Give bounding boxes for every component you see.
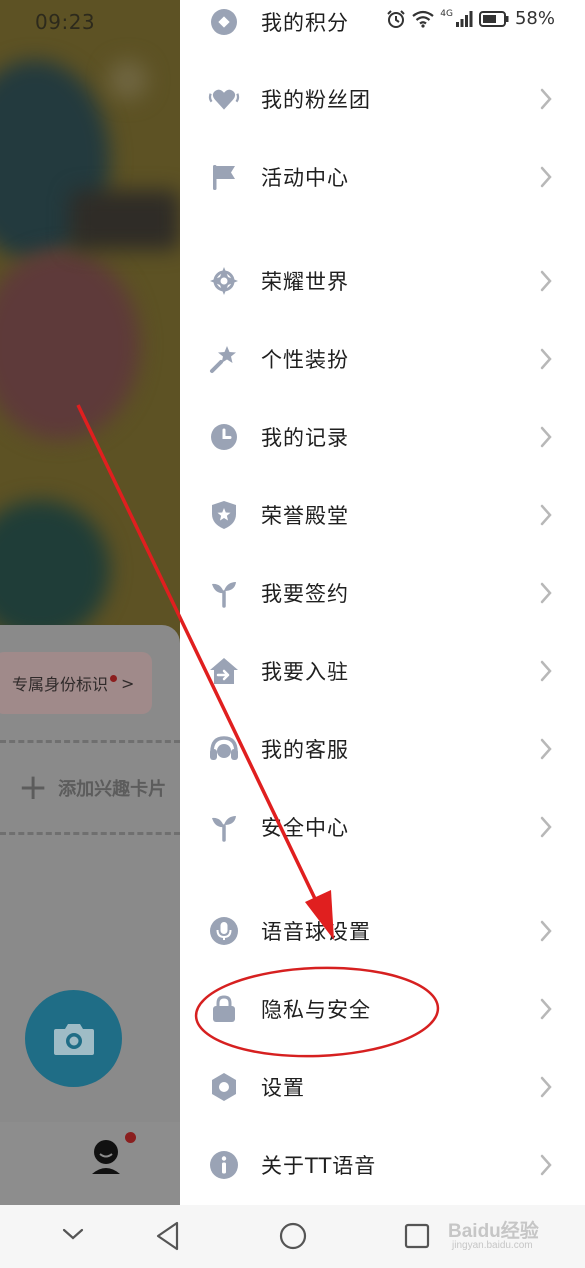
identity-tag-label: 专属身份标识	[12, 675, 109, 694]
watermark-url: jingyan.baidu.com	[452, 1240, 533, 1251]
lock-icon	[208, 993, 240, 1025]
watermark-brand: Baidu经验	[448, 1221, 539, 1242]
identity-tag-button[interactable]: 专属身份标识 >	[0, 652, 152, 714]
magic-wand-icon	[208, 343, 240, 375]
house-arrow-icon	[208, 655, 240, 687]
info-icon	[208, 1149, 240, 1181]
battery-level: 58%	[514, 8, 555, 29]
menu-item-label: 隐私与安全	[261, 998, 371, 1022]
menu-item-settings[interactable]: 设置	[180, 1057, 585, 1117]
alarm-icon	[387, 9, 405, 28]
flag-icon	[208, 161, 240, 193]
back-icon[interactable]	[153, 1219, 183, 1253]
side-drawer-menu: 我的积分 我的粉丝团 活动中心 荣耀世界 个性装扮 我的记录 荣誉殿堂 我要签约…	[180, 0, 585, 1205]
menu-item-voice-ball-settings[interactable]: 语音球设置	[180, 901, 585, 961]
wifi-icon	[412, 10, 434, 28]
notification-dot	[110, 674, 118, 682]
menu-item-label: 我要签约	[261, 582, 349, 606]
menu-item-customer-service[interactable]: 我的客服	[180, 719, 585, 779]
chevron-right-icon	[540, 660, 552, 682]
menu-item-fan-club[interactable]: 我的粉丝团	[180, 69, 585, 129]
menu-item-label: 设置	[261, 1076, 305, 1100]
chevron-right-icon	[540, 504, 552, 526]
menu-item-label: 活动中心	[261, 166, 349, 190]
menu-item-hall-of-honor[interactable]: 荣誉殿堂	[180, 485, 585, 545]
chevron-right-icon	[540, 426, 552, 448]
home-icon[interactable]	[278, 1219, 308, 1253]
fan-club-icon	[208, 83, 240, 115]
clock-icon	[208, 421, 240, 453]
menu-item-settle-in[interactable]: 我要入驻	[180, 641, 585, 701]
points-icon	[208, 6, 240, 38]
chevron-right-icon	[540, 166, 552, 188]
menu-item-label: 我的记录	[261, 426, 349, 450]
camera-button[interactable]	[25, 990, 122, 1087]
divider	[0, 740, 180, 743]
menu-item-label: 我要入驻	[261, 660, 349, 684]
profile-tab-icon	[92, 1140, 120, 1174]
menu-item-personal-dressup[interactable]: 个性装扮	[180, 329, 585, 389]
menu-item-activity-center[interactable]: 活动中心	[180, 147, 585, 207]
menu-item-privacy-security[interactable]: 隐私与安全	[180, 979, 585, 1039]
chevron-right-icon	[540, 348, 552, 370]
chevron-right-icon	[540, 920, 552, 942]
menu-item-label: 关于TT语音	[261, 1154, 377, 1178]
signal-icon	[455, 10, 473, 27]
compass-star-icon	[208, 265, 240, 297]
status-time: 09:23	[35, 10, 96, 34]
menu-item-label: 语音球设置	[261, 920, 371, 944]
add-interest-label: 添加兴趣卡片	[58, 779, 167, 800]
gear-icon	[208, 1071, 240, 1103]
notification-dot	[125, 1132, 136, 1143]
status-bar-icons: 4G 58%	[386, 8, 555, 29]
divider	[0, 832, 180, 835]
chevron-right-icon	[540, 998, 552, 1020]
menu-item-label: 个性装扮	[261, 348, 349, 372]
menu-item-label: 荣誉殿堂	[261, 504, 349, 528]
menu-item-glory-world[interactable]: 荣耀世界	[180, 251, 585, 311]
menu-item-label: 我的粉丝团	[261, 88, 371, 112]
battery-icon	[478, 10, 509, 27]
menu-item-label: 安全中心	[261, 816, 349, 840]
menu-item-security-center[interactable]: 安全中心	[180, 797, 585, 857]
plus-icon: +	[18, 767, 49, 808]
sprout-icon	[208, 811, 240, 843]
menu-item-label: 荣耀世界	[261, 270, 349, 294]
add-interest-card-button[interactable]: + 添加兴趣卡片	[18, 770, 166, 806]
chevron-right-icon	[540, 816, 552, 838]
chevron-right-icon	[540, 88, 552, 110]
chevron-right-icon	[540, 270, 552, 292]
menu-item-label: 我的客服	[261, 738, 349, 762]
chevron-right-icon	[540, 738, 552, 760]
recent-apps-icon[interactable]	[402, 1219, 432, 1253]
network-type: 4G	[440, 8, 453, 19]
sprout-icon	[208, 577, 240, 609]
menu-item-my-records[interactable]: 我的记录	[180, 407, 585, 467]
headset-icon	[208, 733, 240, 765]
collapse-down-icon[interactable]	[60, 1219, 86, 1249]
background-app: 09:23 专属身份标识 > + 添加兴趣卡片	[0, 0, 180, 1205]
menu-item-about[interactable]: 关于TT语音	[180, 1135, 585, 1195]
chevron-right-icon	[540, 1076, 552, 1098]
profile-tab-button[interactable]	[90, 1132, 136, 1176]
microphone-icon	[208, 915, 240, 947]
chevron-right-icon	[540, 1154, 552, 1176]
shield-star-icon	[208, 499, 240, 531]
chevron-right-icon	[540, 582, 552, 604]
identity-tag-chevron: >	[121, 673, 135, 693]
menu-item-sign-contract[interactable]: 我要签约	[180, 563, 585, 623]
menu-item-label: 我的积分	[261, 11, 349, 35]
camera-icon	[53, 1023, 94, 1055]
